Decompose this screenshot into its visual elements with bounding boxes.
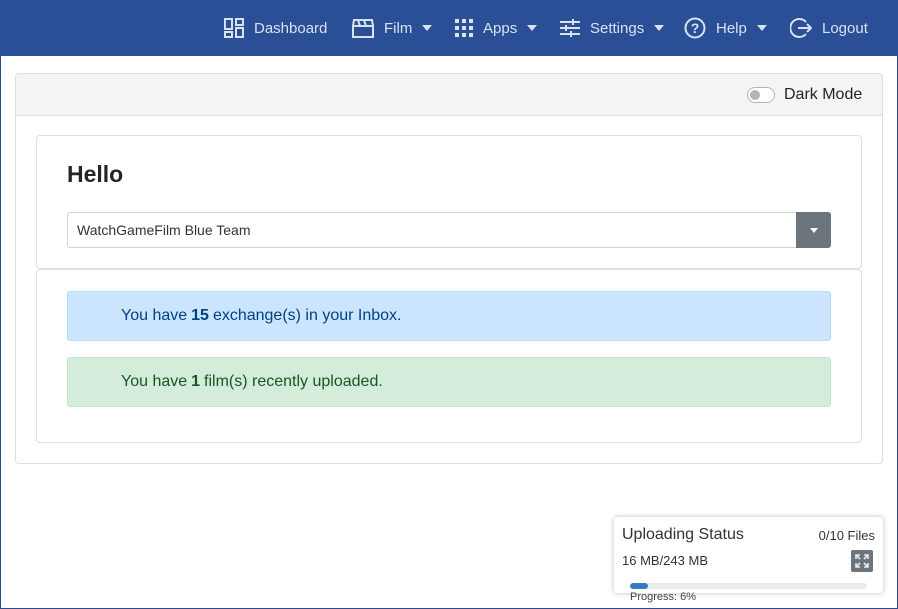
chevron-down-icon bbox=[756, 25, 767, 31]
nav-dashboard-label: Dashboard bbox=[254, 19, 328, 37]
film-alert-suffix: film(s) recently uploaded. bbox=[204, 373, 383, 390]
team-select[interactable]: WatchGameFilm Blue Team bbox=[67, 212, 831, 248]
nav-settings[interactable]: Settings bbox=[560, 0, 665, 56]
nav-settings-label: Settings bbox=[590, 19, 645, 37]
nav-dashboard[interactable]: Dashboard bbox=[224, 0, 327, 56]
hello-card: Hello WatchGameFilm Blue Team bbox=[36, 135, 862, 269]
upload-progress-bar bbox=[630, 583, 867, 589]
page-title: Hello bbox=[67, 161, 124, 187]
nav-logout-label: Logout bbox=[822, 19, 868, 37]
help-icon: ? bbox=[684, 17, 706, 39]
upload-file-count: 0/10 Files bbox=[818, 528, 875, 543]
alerts-card: You have 15 exchange(s) in your Inbox. Y… bbox=[36, 269, 862, 443]
inbox-alert-prefix: You have bbox=[121, 307, 188, 324]
upload-size: 16 MB/243 MB bbox=[622, 553, 708, 568]
upload-progress-fill bbox=[630, 583, 648, 589]
nav-apps-label: Apps bbox=[483, 19, 518, 37]
expand-icon[interactable] bbox=[851, 550, 873, 572]
inbox-alert-suffix: exchange(s) in your Inbox. bbox=[212, 307, 402, 324]
film-alert: You have 1 film(s) recently uploaded. bbox=[67, 357, 831, 407]
navbar: Dashboard Film Apps Settings ? Help Logo… bbox=[0, 0, 898, 56]
nav-film-label: Film bbox=[384, 19, 413, 37]
svg-text:?: ? bbox=[691, 20, 700, 36]
dashboard-icon bbox=[224, 18, 244, 38]
chevron-down-icon bbox=[654, 25, 665, 31]
nav-film[interactable]: Film bbox=[352, 0, 433, 56]
nav-logout[interactable]: Logout bbox=[790, 0, 868, 56]
chevron-down-icon bbox=[809, 227, 818, 233]
dark-mode-label: Dark Mode bbox=[784, 86, 863, 103]
upload-title: Uploading Status bbox=[622, 526, 744, 543]
nav-apps[interactable]: Apps bbox=[455, 0, 538, 56]
film-icon bbox=[352, 18, 374, 38]
chevron-down-icon bbox=[422, 25, 433, 31]
chevron-down-icon bbox=[527, 25, 538, 31]
toggle-knob bbox=[750, 90, 760, 100]
apps-grid-icon bbox=[455, 19, 473, 37]
film-alert-prefix: You have bbox=[121, 373, 188, 390]
nav-help[interactable]: ? Help bbox=[684, 0, 767, 56]
nav-help-label: Help bbox=[716, 19, 747, 37]
card-header: Dark Mode bbox=[16, 74, 882, 116]
upload-status-panel: Uploading Status 0/10 Files 16 MB/243 MB bbox=[614, 517, 883, 593]
film-count: 1 bbox=[191, 373, 201, 390]
settings-sliders-icon bbox=[560, 19, 580, 37]
dark-mode-toggle[interactable] bbox=[747, 87, 775, 103]
team-select-value: WatchGameFilm Blue Team bbox=[77, 222, 251, 238]
upload-progress-label: Progress: 6% bbox=[630, 591, 697, 603]
main-card: Dark Mode Hello WatchGameFilm Blue Team … bbox=[15, 73, 883, 464]
logout-icon bbox=[790, 17, 812, 39]
inbox-alert: You have 15 exchange(s) in your Inbox. bbox=[67, 291, 831, 341]
team-select-button[interactable] bbox=[796, 212, 831, 248]
inbox-count: 15 bbox=[191, 307, 209, 324]
